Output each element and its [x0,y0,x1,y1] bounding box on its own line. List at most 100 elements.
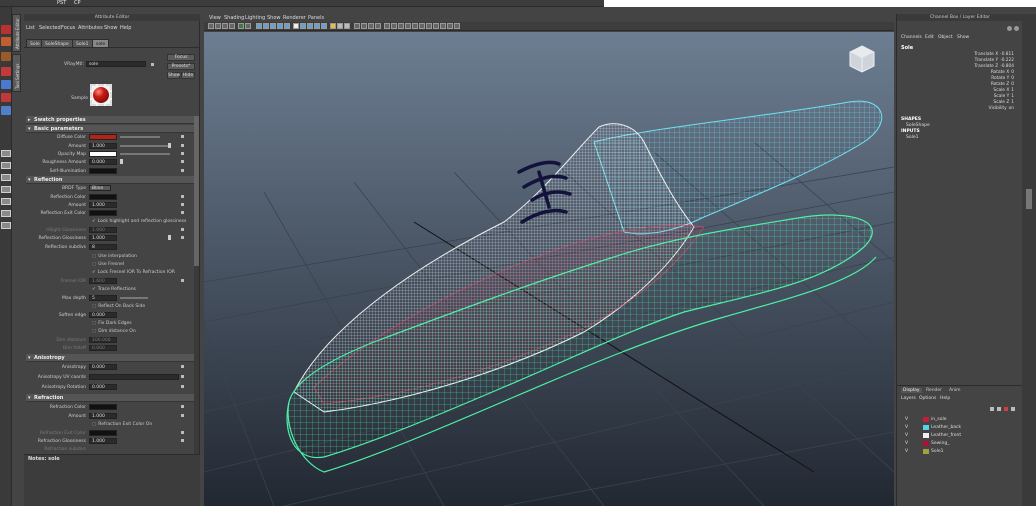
reflection-amount-field[interactable]: 1.000 [89,202,117,208]
layout-four-icon[interactable] [1,162,11,169]
anisotropy-rotation-field[interactable]: 0.000 [89,384,117,390]
anisotropy-field[interactable]: 0.000 [89,364,117,370]
layer-visibility-toggle[interactable]: V [905,448,908,455]
refraction-glossiness-field[interactable]: 1.000 [89,438,117,444]
amount-map-icon[interactable] [180,143,185,148]
layer-menu-layers[interactable]: Layers [901,396,916,401]
layer-row[interactable]: V Leather_back [901,424,1019,431]
pointer-icon[interactable] [426,23,432,29]
tab-attribute-editor[interactable]: Attribute Editor [12,14,21,52]
refraction-amount-field[interactable]: 1.000 [89,413,117,419]
layer-color-swatch[interactable] [923,433,929,438]
channel-value[interactable]: -0.804 [1000,64,1014,69]
menu-show[interactable]: Show [267,15,281,21]
view-cube-icon[interactable] [849,45,875,73]
reflection-exit-color-swatch[interactable] [89,210,117,216]
layer-visibility-toggle[interactable]: V [905,416,908,423]
gamma-icon[interactable] [398,23,404,29]
channel-value[interactable]: 0 [1011,76,1014,81]
channel-value[interactable]: -0.811 [1000,52,1014,57]
section-refraction[interactable]: Refraction [26,394,194,402]
diffuse-color-slider[interactable] [120,136,160,138]
anisotropy-uv-coords-field[interactable] [89,374,179,380]
object-name[interactable]: Sole [901,45,913,51]
layer-tab-display[interactable]: Display [901,388,922,393]
menu-shading[interactable]: Shading [224,15,244,21]
depth-of-field-icon[interactable] [384,23,390,29]
channel-value[interactable]: on [1009,106,1014,111]
menu-focus[interactable]: Focus [61,25,75,31]
refraction-color-swatch[interactable] [89,404,117,410]
channel-value[interactable]: -0.222 [1000,58,1014,63]
refraction-amount-map-icon[interactable] [180,413,185,418]
reflection-glossiness-field[interactable]: 1.000 [89,235,117,241]
channel-row[interactable]: Translate Y -0.222 [975,58,1014,63]
brdf-type-dropdown[interactable]: Blinn [89,185,111,191]
isolate-select-icon[interactable] [354,23,360,29]
film-gate-icon[interactable] [245,23,251,29]
menu-panels[interactable]: Panels [308,15,324,21]
layer-visibility-toggle[interactable]: V [905,432,908,439]
color-management-icon[interactable] [405,23,411,29]
smooth-shade-icon[interactable] [300,23,306,29]
channel-row[interactable]: Translate Z -0.804 [974,64,1014,69]
refraction-exit-color-swatch[interactable] [89,430,117,436]
channel-value[interactable]: 1 [1011,94,1014,99]
notes-area[interactable]: Notes: sole [24,454,200,506]
menu-show[interactable]: Show [957,35,969,40]
use-fresnel-checkbox[interactable]: Use Fresnel [92,262,124,267]
refraction-exit-color-map-icon[interactable] [180,430,185,435]
section-anisotropy[interactable]: Anisotropy [26,354,194,362]
reflection-color-map-icon[interactable] [180,194,185,199]
input-connection-icon[interactable] [150,62,155,67]
shape-name[interactable]: SoleShape [906,123,930,128]
section-reflection[interactable]: Reflection [26,176,194,184]
layer-editor-toggle-icon[interactable] [1014,26,1019,31]
reflection-amount-map-icon[interactable] [180,202,185,207]
refraction-exit-color-on-checkbox[interactable]: Refraction Exit Color On [92,422,152,427]
layout-hypershade-icon[interactable] [1,210,11,217]
rotate-tool-icon[interactable] [1,80,11,89]
opacity-map-slider[interactable] [120,153,170,155]
exposure-icon[interactable] [391,23,397,29]
xray-components-icon[interactable] [344,23,350,29]
show-button[interactable]: Show [167,72,180,79]
tab-tool-settings[interactable]: Tool Settings [12,54,21,92]
layer-color-swatch[interactable] [923,449,929,454]
reflection-color-swatch[interactable] [89,194,117,200]
motion-blur-icon[interactable] [368,23,374,29]
layer-visibility-toggle[interactable]: V [905,424,908,431]
channel-value[interactable]: 0 [1011,82,1014,87]
material-sample-swatch[interactable] [90,84,112,106]
menu-object[interactable]: Object [938,35,953,40]
opacity-map-swatch[interactable] [89,151,117,157]
layer-color-swatch[interactable] [923,417,929,422]
select-tool-icon[interactable] [1,25,11,34]
refraction-color-map-icon[interactable] [180,404,185,409]
layer-color-swatch[interactable] [923,425,929,430]
layout-outliner-icon[interactable] [1,186,11,193]
xray-joints-icon[interactable] [337,23,343,29]
anisotropy-map-icon[interactable] [180,364,185,369]
diffuse-map-icon[interactable] [180,134,185,139]
select-camera-icon[interactable] [447,23,453,29]
layer-row[interactable]: V Leather_front [901,432,1019,439]
menu-renderer[interactable]: Renderer [283,15,306,21]
layer-visibility-toggle[interactable]: V [905,440,908,447]
amount-field[interactable]: 1.000 [89,143,117,149]
anisotropy-rotation-map-icon[interactable] [180,384,185,389]
tab-sole-material[interactable]: sole [92,39,110,48]
channel-row[interactable]: Scale X1 [993,88,1014,93]
fresnel-ior-map-icon[interactable] [180,278,185,283]
menu-view[interactable]: View [209,15,221,21]
new-layer-icon[interactable] [1004,407,1008,411]
section-basic-parameters[interactable]: Basic parameters [26,125,194,133]
shadows-icon[interactable] [321,23,327,29]
lasso-tool-icon[interactable] [1,37,11,46]
layout-graph-icon[interactable] [1,198,11,205]
layout-split-icon[interactable] [1,174,11,181]
render-view-icon[interactable] [419,23,425,29]
fix-dark-edges-checkbox[interactable]: Fix Dark Edges [92,321,131,326]
tab-sole1[interactable]: Sole1 [72,39,93,48]
move-tool-icon[interactable] [1,67,11,76]
